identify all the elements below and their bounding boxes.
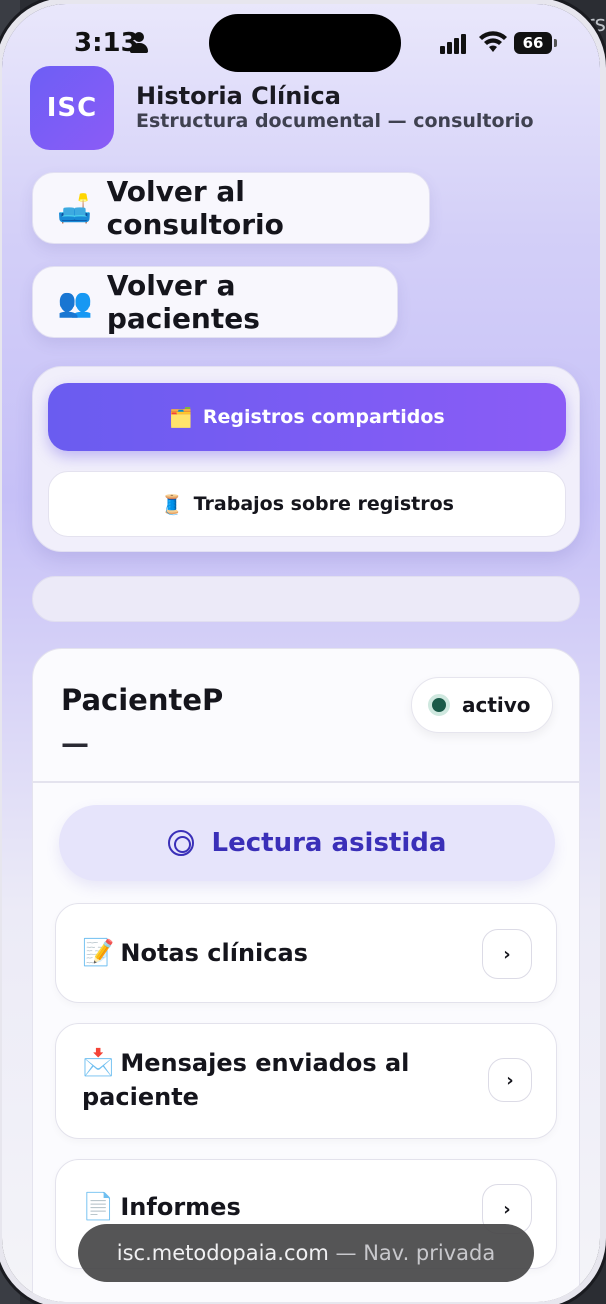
section-label: 📩 Mensajes enviados al paciente <box>82 1048 410 1111</box>
assisted-reading-label: Lectura asistida <box>211 828 447 858</box>
status-dot-icon <box>428 694 450 716</box>
patient-card: PacienteP — activo Lectura asistida 📝 Not… <box>32 648 580 1302</box>
couch-icon: 🛋️ <box>57 191 93 225</box>
tab-shared-records[interactable]: 🗂️ Registros compartidos <box>48 383 566 451</box>
chevron-right-icon[interactable]: › <box>488 1058 532 1102</box>
app-subtitle: Estructura documental — consultorio <box>136 110 534 132</box>
tab-record-works[interactable]: 🧵 Trabajos sobre registros <box>48 471 566 537</box>
memo-icon: 📝 <box>82 938 115 968</box>
back-to-office-label: Volver al consultorio <box>106 175 284 241</box>
battery-tip <box>554 39 557 47</box>
section-label: 📄 Informes <box>82 1192 241 1222</box>
folder-icon: 🗂️ <box>169 406 193 429</box>
app-logo: ISC <box>30 66 114 150</box>
envelope-icon: 📩 <box>82 1048 115 1078</box>
phone-screen: 3:13 66 ISC Historia Clínica Estructura … <box>2 4 600 1302</box>
dynamic-island <box>209 14 401 72</box>
tab-shared-records-label: Registros compartidos <box>202 406 445 428</box>
section-sent-messages[interactable]: 📩 Mensajes enviados al paciente › <box>55 1023 557 1139</box>
person-icon <box>130 32 148 54</box>
url-text: isc.metodopaia.com <box>116 1241 329 1265</box>
section-clinical-notes[interactable]: 📝 Notas clínicas › <box>55 903 557 1003</box>
document-icon: 📄 <box>82 1192 115 1222</box>
status-time: 3:13 <box>74 28 139 58</box>
wifi-icon <box>479 31 507 52</box>
patient-detail: — <box>61 727 89 760</box>
assisted-reading-button[interactable]: Lectura asistida <box>59 805 555 881</box>
cellular-signal-icon <box>440 34 468 54</box>
target-icon <box>167 830 194 856</box>
browser-url-bar[interactable]: isc.metodopaia.com — Nav. privada <box>78 1224 534 1282</box>
empty-bar <box>32 576 580 622</box>
chevron-right-icon[interactable]: › <box>482 929 532 979</box>
people-icon: 👥 <box>57 285 93 319</box>
status-badge: activo <box>411 677 553 733</box>
back-to-office-button[interactable]: 🛋️ Volver al consultorio <box>32 172 430 244</box>
thread-icon: 🧵 <box>160 493 184 516</box>
section-label: 📝 Notas clínicas <box>82 938 308 968</box>
app-title: Historia Clínica <box>136 82 341 110</box>
battery-icon: 66 <box>514 32 552 54</box>
patient-name: PacienteP <box>61 683 224 717</box>
tab-record-works-label: Trabajos sobre registros <box>193 493 454 515</box>
back-to-patients-label: Volver a pacientes <box>106 269 260 335</box>
divider <box>33 781 579 783</box>
status-badge-label: activo <box>462 693 531 717</box>
status-bar: 3:13 66 <box>2 4 600 74</box>
records-segmented-control: 🗂️ Registros compartidos 🧵 Trabajos sobr… <box>32 366 580 552</box>
private-mode-label: — Nav. privada <box>335 1241 496 1265</box>
back-to-patients-button[interactable]: 👥 Volver a pacientes <box>32 266 398 338</box>
